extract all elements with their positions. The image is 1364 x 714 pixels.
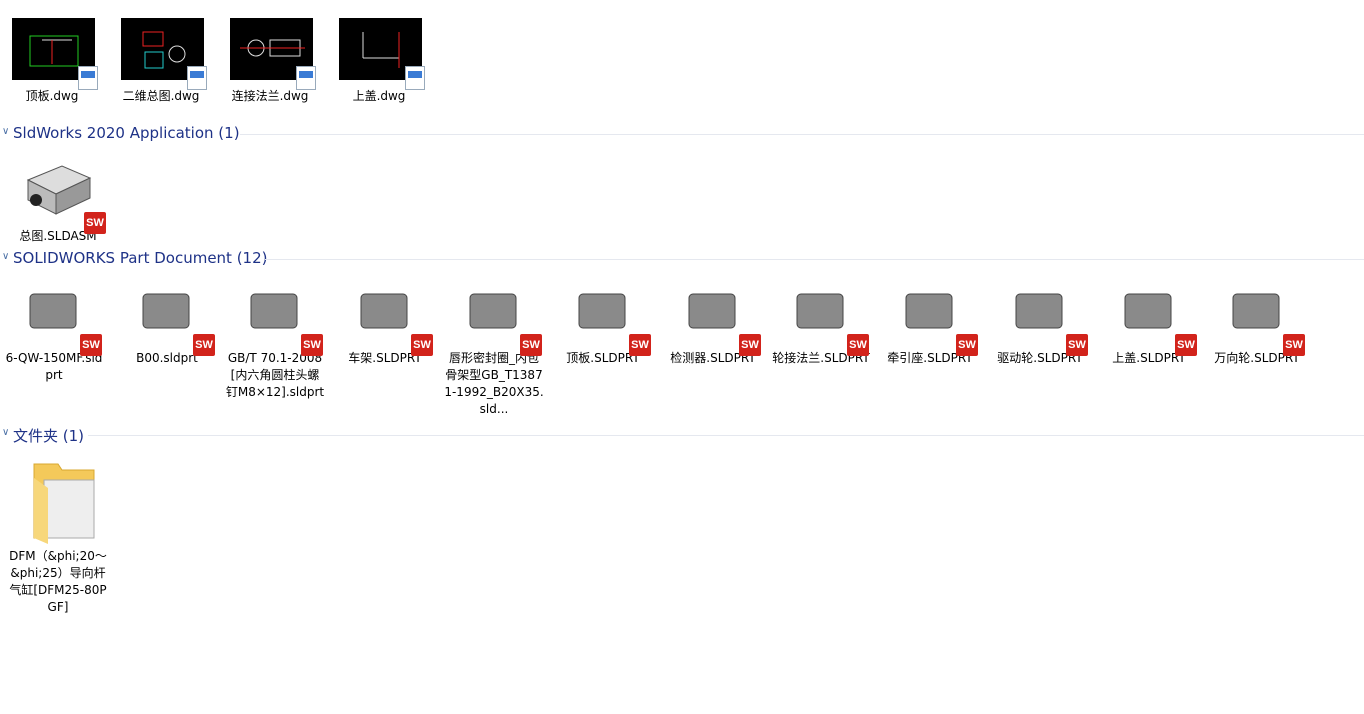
part-thumbnail: SW [1213, 280, 1305, 356]
chevron-down-icon: ∨ [2, 251, 10, 262]
file-item[interactable]: 顶板.dwg [0, 18, 104, 105]
dwg-thumbnail [117, 18, 207, 90]
file-item[interactable]: SW 顶板.SLDPRT [551, 280, 655, 367]
solidworks-icon: SW [301, 334, 323, 356]
folder-icon [14, 458, 102, 548]
file-item[interactable]: SW 总图.SLDASM [6, 158, 110, 245]
dwg-thumbnail [226, 18, 316, 90]
dwg-thumbnail [335, 18, 425, 90]
solidworks-icon: SW [739, 334, 761, 356]
part-thumbnail: SW [669, 280, 761, 356]
dwg-file-icon [78, 66, 98, 90]
file-item[interactable]: SW 车架.SLDPRT [333, 280, 437, 367]
file-name: 二维总图.dwg [122, 89, 200, 103]
file-item[interactable]: SW GB∕T 70.1-2008[内六角圆柱头螺钉M8×12].sldprt [223, 280, 327, 401]
group-title: SOLIDWORKS Part Document (12) [13, 249, 268, 267]
part-thumbnail: SW [231, 280, 323, 356]
dwg-file-icon [296, 66, 316, 90]
file-name: 唇形密封圈_内包骨架型GB_T13871-1992_B20X35.sld... [444, 351, 544, 416]
solidworks-icon: SW [1066, 334, 1088, 356]
part-thumbnail: SW [886, 280, 978, 356]
group-title: SldWorks 2020 Application (1) [13, 124, 240, 142]
file-item[interactable]: SW 唇形密封圈_内包骨架型GB_T13871-1992_B20X35.sld..… [442, 280, 546, 418]
part-thumbnail: SW [996, 280, 1088, 356]
group-title: 文件夹 (1) [13, 427, 85, 445]
file-item[interactable]: SW 驱动轮.SLDPRT [988, 280, 1092, 367]
solidworks-icon: SW [84, 212, 106, 234]
file-name: 顶板.dwg [25, 89, 79, 103]
part-thumbnail: SW [450, 280, 542, 356]
part-thumbnail: SW [777, 280, 869, 356]
dwg-file-icon [187, 66, 207, 90]
group-header-folder[interactable]: ∨ 文件夹 (1) [0, 425, 1364, 445]
file-item[interactable]: SW 万向轮.SLDPRT [1205, 280, 1309, 367]
dwg-file-icon [405, 66, 425, 90]
file-name: GB∕T 70.1-2008[内六角圆柱头螺钉M8×12].sldprt [225, 351, 325, 399]
solidworks-icon: SW [956, 334, 978, 356]
file-item[interactable]: 连接法兰.dwg [218, 18, 322, 105]
solidworks-icon: SW [80, 334, 102, 356]
solidworks-icon: SW [1283, 334, 1305, 356]
file-item[interactable]: 二维总图.dwg [109, 18, 213, 105]
file-name: 连接法兰.dwg [231, 89, 309, 103]
folder-item[interactable]: DFM（&phi;20～&phi;25）导向杆气缸[DFM25-80PGF] [6, 458, 110, 616]
divider [88, 435, 1364, 436]
part-thumbnail: SW [341, 280, 433, 356]
file-item[interactable]: SW B00.sldprt [115, 280, 219, 367]
folder-name: DFM（&phi;20～&phi;25）导向杆气缸[DFM25-80PGF] [9, 549, 107, 614]
group-header-app[interactable]: ∨ SldWorks 2020 Application (1) [0, 124, 1364, 144]
file-name: 上盖.dwg [352, 89, 406, 103]
file-item[interactable]: SW 轮接法兰.SLDPRT [769, 280, 873, 367]
solidworks-icon: SW [411, 334, 433, 356]
part-thumbnail: SW [10, 280, 102, 356]
chevron-down-icon: ∨ [2, 427, 10, 438]
divider [265, 259, 1364, 260]
file-item[interactable]: SW 上盖.SLDPRT [1097, 280, 1201, 367]
solidworks-icon: SW [193, 334, 215, 356]
file-item[interactable]: SW 检测器.SLDPRT [661, 280, 765, 367]
file-item[interactable]: SW 6-QW-150MF.sldprt [2, 280, 106, 384]
solidworks-icon: SW [520, 334, 542, 356]
part-thumbnail: SW [1105, 280, 1197, 356]
solidworks-icon: SW [629, 334, 651, 356]
part-thumbnail: SW [123, 280, 215, 356]
file-item[interactable]: SW 牵引座.SLDPRT [878, 280, 982, 367]
group-header-part[interactable]: ∨ SOLIDWORKS Part Document (12) [0, 249, 1364, 269]
chevron-down-icon: ∨ [2, 126, 10, 137]
part-thumbnail: SW [559, 280, 651, 356]
dwg-thumbnail [8, 18, 98, 90]
solidworks-icon: SW [847, 334, 869, 356]
file-item[interactable]: 上盖.dwg [327, 18, 431, 105]
divider [240, 134, 1364, 135]
solidworks-icon: SW [1175, 334, 1197, 356]
assembly-thumbnail: SW [14, 158, 106, 234]
